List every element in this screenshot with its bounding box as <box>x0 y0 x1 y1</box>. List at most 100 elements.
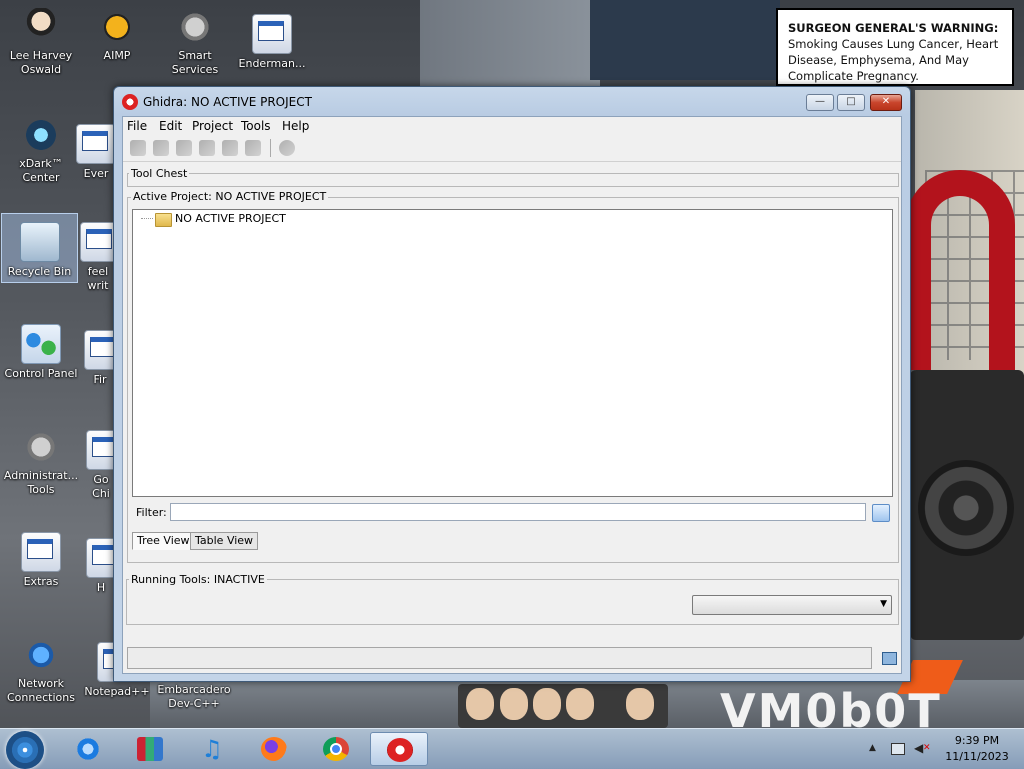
minimize-button[interactable]: — <box>806 94 834 111</box>
new-project-icon[interactable] <box>130 140 146 156</box>
control-panel-icon <box>21 324 61 364</box>
menu-file[interactable]: File <box>127 119 147 133</box>
app-window-icon <box>252 14 292 54</box>
menu-project[interactable]: Project <box>192 119 233 133</box>
wallpaper-building <box>590 0 780 80</box>
desktop-icon-smart-services[interactable]: Smart Services <box>154 8 236 77</box>
taskbar-music[interactable]: ♫ <box>186 732 238 766</box>
menu-edit[interactable]: Edit <box>159 119 182 133</box>
desktop-icon-label: Enderman... <box>238 57 306 70</box>
clock-time: 9:39 PM <box>954 734 1000 747</box>
show-hidden-icons-icon[interactable]: ▲ <box>869 743 876 753</box>
taskbar-internet-explorer[interactable] <box>62 732 114 766</box>
wallpaper-building <box>420 0 600 90</box>
maximize-button[interactable]: □ <box>837 94 865 111</box>
desktop-icon-xdark-center[interactable]: xDark™ Center <box>0 116 82 185</box>
wallpaper-red-shape <box>905 170 1015 370</box>
wallpaper-speaker <box>910 370 1024 640</box>
admin-tools-icon <box>22 428 60 466</box>
recycle-bin-icon <box>19 222 60 262</box>
network-tray-icon[interactable] <box>891 743 905 755</box>
desktop-icon-h[interactable]: H <box>86 538 116 595</box>
xdark-icon <box>22 116 60 154</box>
ghidra-window: Ghidra: NO ACTIVE PROJECT — □ ✕ File Edi… <box>113 86 911 682</box>
desktop-icon-network-connections[interactable]: Network Connections <box>0 636 82 705</box>
surgeon-general-warning: SURGEON GENERAL'S WARNING: Smoking Cause… <box>776 8 1014 86</box>
desktop-icon-recycle-bin[interactable]: Recycle Bin <box>1 213 78 283</box>
app-window-icon <box>76 124 116 164</box>
desktop-icon-label: Embarcadero Dev-C++ <box>157 683 231 710</box>
desktop-icon-feel-writ[interactable]: feel writ <box>80 222 116 293</box>
project-tree[interactable]: NO ACTIVE PROJECT <box>132 209 893 497</box>
desktop-icon-control-panel[interactable]: Control Panel <box>0 324 82 381</box>
gear-icon <box>176 8 214 46</box>
music-icon: ♫ <box>201 735 223 763</box>
wallpaper-face <box>500 688 528 720</box>
toolbar <box>123 135 901 162</box>
menu-bar: File Edit Project Tools Help <box>123 117 901 135</box>
open-project-icon[interactable] <box>153 140 169 156</box>
volume-muted-icon[interactable]: ◀ ✕ <box>914 741 931 755</box>
desktop-icon-label: Smart Services <box>171 49 219 76</box>
menu-help[interactable]: Help <box>282 119 309 133</box>
clock-date: 11/11/2023 <box>945 750 1009 763</box>
menu-tools[interactable]: Tools <box>241 119 271 133</box>
desktop-icon-label: Notepad++ <box>84 685 150 698</box>
share-project-icon[interactable] <box>245 140 261 156</box>
desktop-icon-extras[interactable]: Extras <box>0 532 82 589</box>
taskbar-firefox[interactable] <box>248 732 300 766</box>
close-button[interactable]: ✕ <box>870 94 902 111</box>
desktop-icon-administrative-tools[interactable]: Administrat... Tools <box>0 428 82 497</box>
person-icon <box>22 8 60 46</box>
wallpaper-face <box>533 688 561 720</box>
close-project-icon[interactable] <box>176 140 192 156</box>
save-project-icon[interactable] <box>199 140 215 156</box>
folder-icon <box>21 532 61 572</box>
window-title: Ghidra: NO ACTIVE PROJECT <box>143 95 312 109</box>
filter-label: Filter: <box>136 506 167 519</box>
tree-connector <box>141 218 153 219</box>
toolbar-separator <box>270 139 271 157</box>
desktop-icon-label: Administrat... Tools <box>3 469 79 496</box>
desktop-icon-ever[interactable]: Ever <box>76 124 116 181</box>
window-client-area: File Edit Project Tools Help Tool Chest … <box>122 116 902 674</box>
desktop-icon-fir[interactable]: Fir <box>84 330 116 387</box>
desktop-icon-label: H <box>96 581 106 594</box>
archive-project-icon[interactable] <box>222 140 238 156</box>
system-clock[interactable]: 9:39 PM 11/11/2023 <box>940 733 1014 765</box>
start-button[interactable] <box>6 731 44 769</box>
document-icon <box>80 222 116 262</box>
tool-chest-panel <box>127 173 899 187</box>
taskbar-ghidra[interactable] <box>370 732 428 766</box>
chevron-down-icon: ▼ <box>880 599 887 609</box>
desktop-icon-lee-harvey-oswald[interactable]: Lee Harvey Oswald <box>0 8 82 77</box>
console-icon[interactable] <box>882 652 897 665</box>
refresh-icon[interactable] <box>279 140 295 156</box>
desktop-icon-label: Lee Harvey Oswald <box>9 49 73 76</box>
ghidra-icon <box>387 738 413 762</box>
desktop-icon-label: xDark™ Center <box>19 157 63 184</box>
status-bar <box>127 647 872 669</box>
taskbar-archive[interactable] <box>124 732 176 766</box>
taskbar-chrome[interactable] <box>310 732 362 766</box>
running-tools-dropdown[interactable]: ▼ <box>692 595 892 615</box>
desktop-icon-go-chi[interactable]: Go Chi <box>86 430 116 501</box>
desktop-icon-label: Control Panel <box>4 367 78 380</box>
desktop-icon-enderman[interactable]: Enderman... <box>231 14 313 71</box>
desktop-icon-label: Extras <box>23 575 59 588</box>
desktop-icon-label: Network Connections <box>7 677 75 704</box>
wallpaper-face <box>466 688 494 720</box>
desktop-icon-aimp[interactable]: AIMP <box>76 8 158 63</box>
aimp-icon <box>98 8 136 46</box>
tree-root-node[interactable]: NO ACTIVE PROJECT <box>175 212 286 225</box>
running-tools-label: Running Tools: INACTIVE <box>129 573 267 586</box>
tool-chest-label: Tool Chest <box>129 167 190 180</box>
desktop-icon-label: feel writ <box>87 265 109 292</box>
tab-tree-view[interactable]: Tree View <box>132 532 195 550</box>
tab-table-view[interactable]: Table View <box>190 532 259 550</box>
desktop-icon-label: AIMP <box>103 49 131 62</box>
title-bar[interactable]: Ghidra: NO ACTIVE PROJECT — □ ✕ <box>114 87 910 117</box>
filter-options-icon[interactable] <box>872 504 890 522</box>
filter-input[interactable] <box>170 503 866 521</box>
desktop-icon-label: Fir <box>93 373 107 386</box>
